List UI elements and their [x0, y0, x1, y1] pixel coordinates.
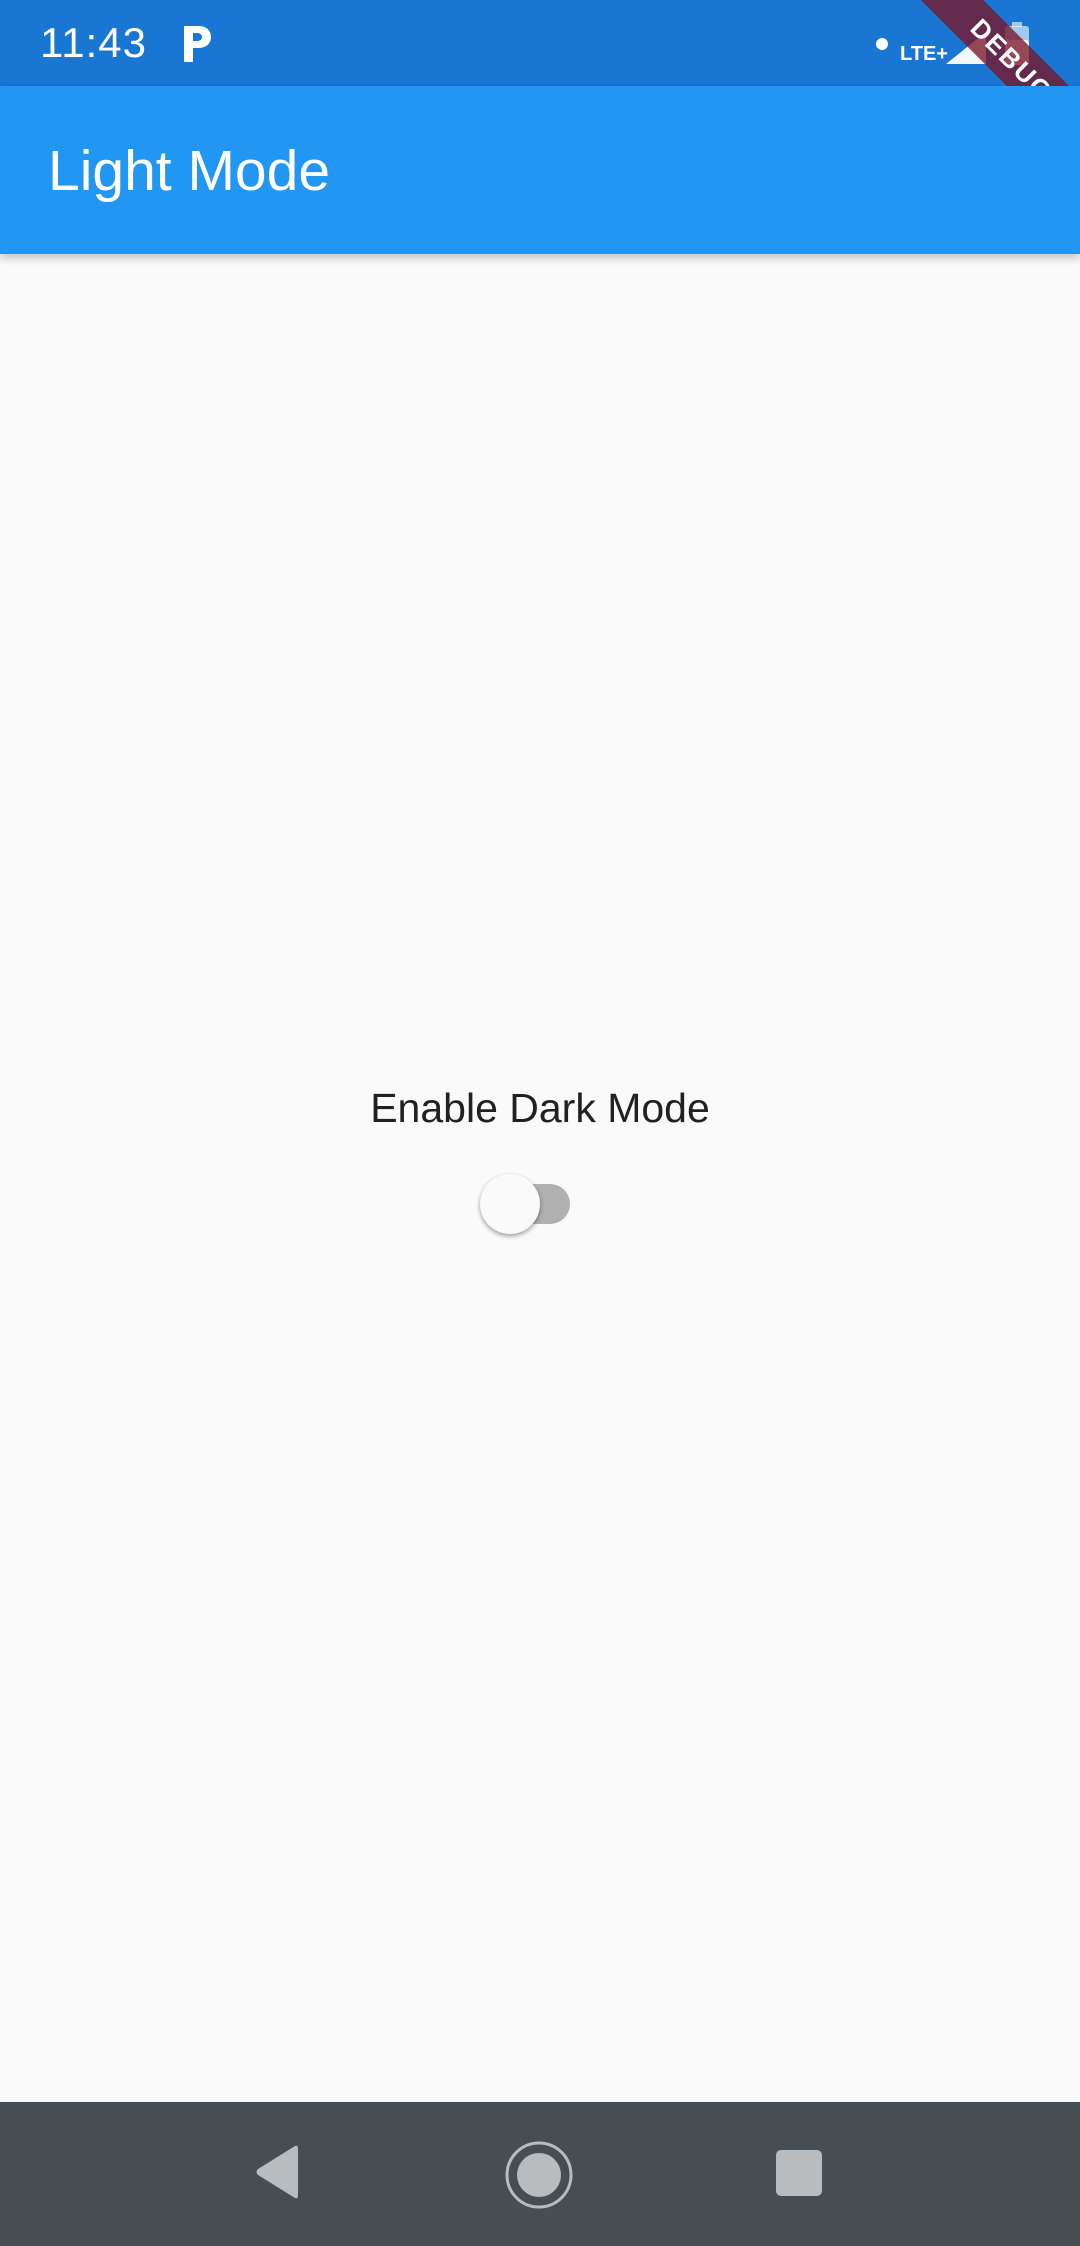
dark-mode-label: Enable Dark Mode [370, 1085, 710, 1131]
notification-dot-icon [876, 38, 888, 50]
status-bar: 11:43 LTE+ [0, 0, 1080, 86]
status-time: 11:43 [40, 19, 147, 66]
home-icon[interactable] [504, 2140, 574, 2210]
app-bar: Light Mode [0, 86, 1080, 254]
main-content: Enable Dark Mode [0, 254, 1080, 2102]
switch-thumb[interactable] [480, 1174, 540, 1234]
navigation-bar [0, 2102, 1080, 2246]
network-type: LTE+ [900, 43, 948, 65]
page-title: Light Mode [48, 139, 331, 203]
app-screen: 11:43 LTE+ DEBUG Light Mode Enable Dark … [0, 0, 1080, 2246]
parking-app-icon [184, 26, 211, 62]
back-icon[interactable] [252, 2144, 302, 2200]
recents-icon[interactable] [776, 2150, 822, 2196]
dark-mode-switch[interactable] [480, 1166, 592, 1234]
